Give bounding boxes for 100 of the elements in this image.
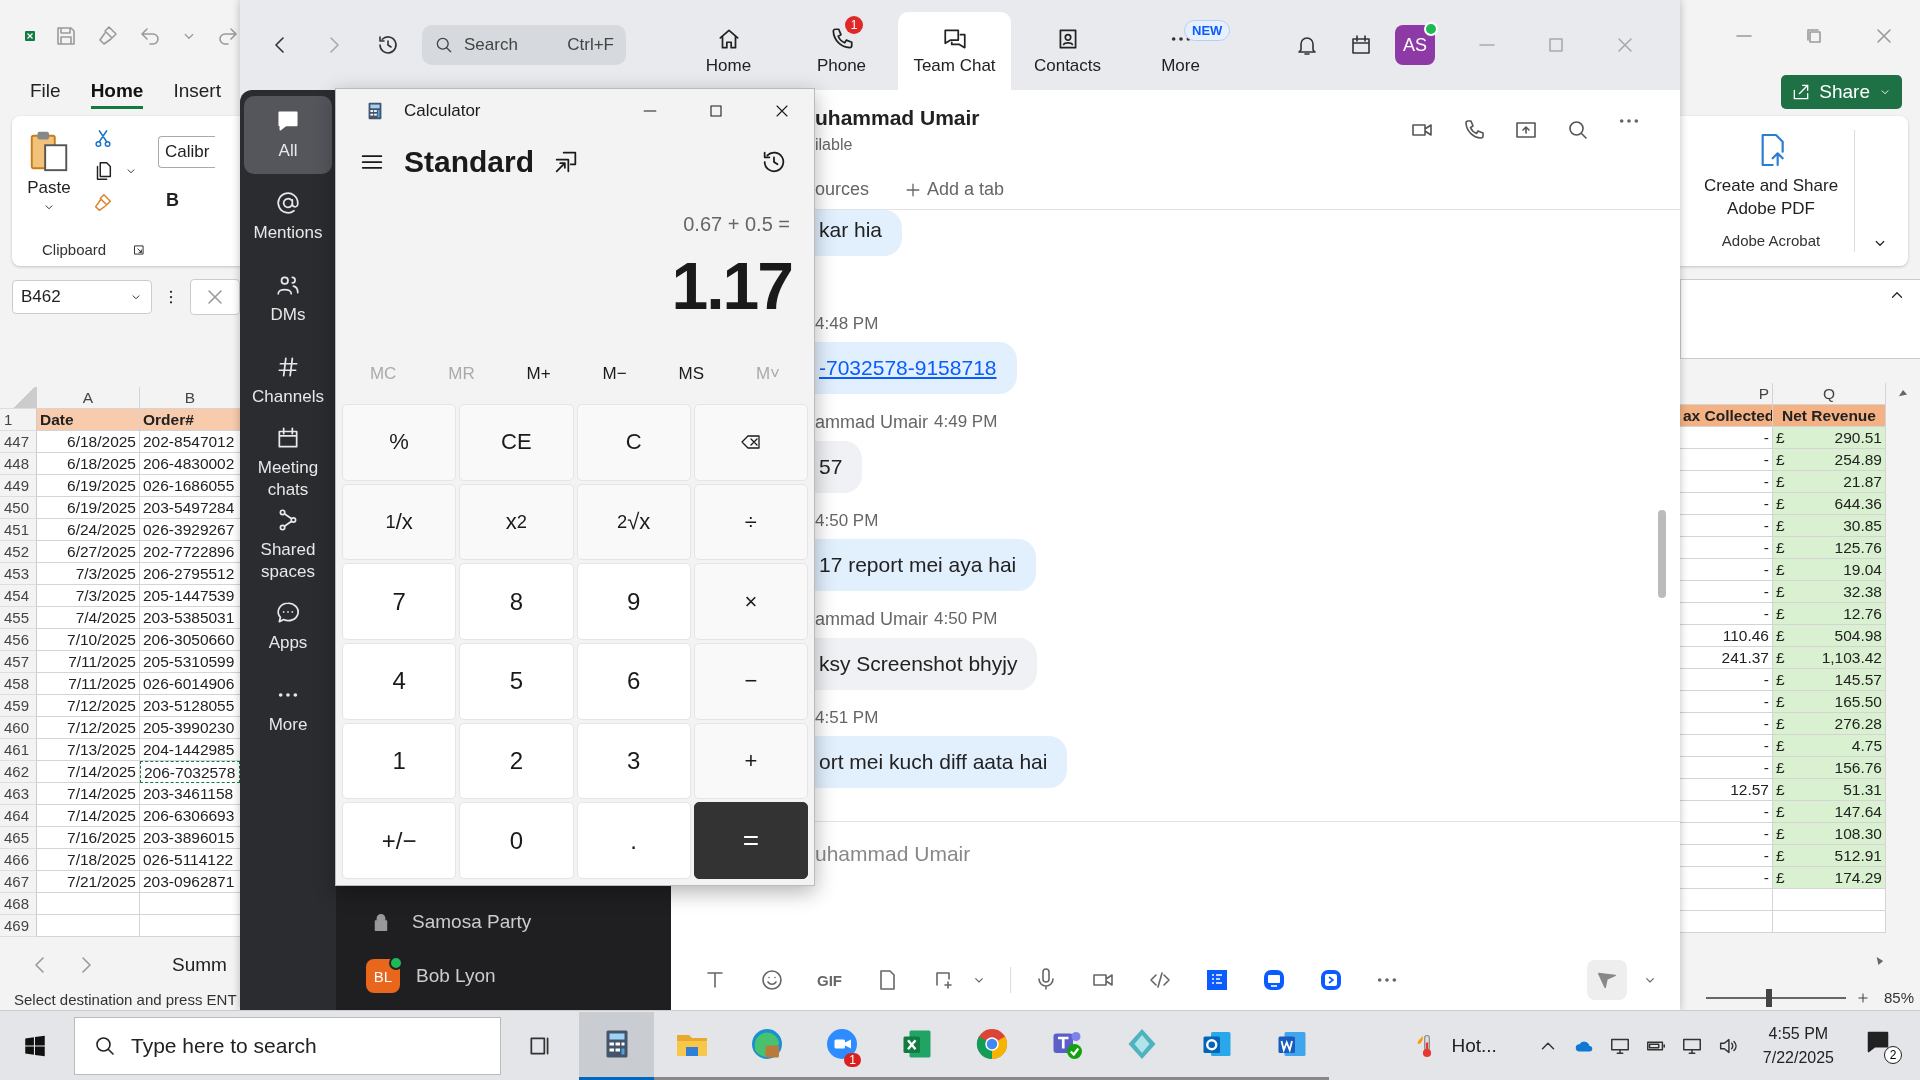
memory-button[interactable]: MS [668, 360, 715, 388]
message-link[interactable]: -7032578-9158718 [819, 356, 997, 379]
row-header[interactable]: 463 [0, 783, 37, 805]
row-header[interactable]: 457 [0, 651, 37, 673]
calculator-key[interactable]: ÷ [693, 483, 808, 561]
sidebar-item[interactable]: DMs [244, 260, 332, 338]
calculator-key[interactable]: CE [459, 404, 574, 481]
calculator-key[interactable]: 3 [576, 722, 691, 800]
row-header[interactable]: 461 [0, 739, 37, 761]
row-header[interactable]: 448 [0, 453, 37, 475]
row-header[interactable]: 454 [0, 585, 37, 607]
nav-tab[interactable]: NEW More [1124, 12, 1237, 90]
scissors-icon[interactable] [92, 128, 114, 150]
sidebar-item[interactable]: Apps [244, 588, 332, 666]
row-header[interactable]: 455 [0, 607, 37, 629]
row-header[interactable]: 464 [0, 805, 37, 827]
user-avatar[interactable]: AS [1395, 25, 1435, 65]
calculator-key[interactable]: . [576, 802, 691, 879]
calculator-key[interactable]: − [693, 643, 808, 720]
row-header[interactable]: 456 [0, 629, 37, 651]
zoom-in-icon[interactable] [1855, 990, 1870, 1005]
bold-button[interactable]: B [158, 190, 216, 211]
row-header[interactable]: 447 [0, 431, 37, 453]
calculator-key[interactable]: 2 [459, 722, 574, 800]
row-header[interactable]: 452 [0, 541, 37, 563]
calculator-key[interactable]: 0 [459, 802, 574, 879]
row-header[interactable]: 450 [0, 497, 37, 519]
column-header[interactable]: Q [1773, 383, 1886, 405]
scrollbar[interactable] [1658, 510, 1666, 598]
more-icon[interactable] [1618, 118, 1640, 124]
share-button[interactable]: Share [1781, 75, 1902, 109]
ribbon-tab[interactable]: Home [90, 75, 144, 109]
font-name-field[interactable]: Calibr [158, 136, 216, 168]
column-header[interactable]: B [140, 387, 240, 409]
notifications-button[interactable]: 2 [1864, 1027, 1902, 1064]
calculator-key[interactable]: C [576, 404, 691, 481]
brush-icon[interactable] [96, 24, 120, 48]
calculator-key[interactable]: 4 [342, 643, 457, 720]
whiteboard-app-icon[interactable] [1262, 968, 1286, 992]
row-header[interactable]: 453 [0, 563, 37, 585]
calculator-key[interactable]: +/− [342, 802, 457, 879]
calculator-key[interactable]: + [693, 722, 808, 800]
row-header[interactable]: 469 [0, 915, 37, 937]
row-header[interactable]: 466 [0, 849, 37, 871]
row-header[interactable]: 462 [0, 761, 37, 783]
row-header[interactable]: 1 [0, 409, 37, 431]
format-painter-icon[interactable] [92, 192, 114, 214]
row-header[interactable]: 467 [0, 871, 37, 893]
chat-list-item[interactable]: BL Bob Lyon [336, 956, 671, 996]
row-header[interactable]: 460 [0, 717, 37, 739]
taskbar-app[interactable] [579, 1011, 654, 1080]
paste-label[interactable]: Paste [27, 178, 71, 198]
search-icon[interactable] [1566, 118, 1590, 142]
calculator-key[interactable]: × [693, 563, 808, 640]
sidebar-item[interactable]: All [244, 96, 332, 174]
row-header[interactable]: 459 [0, 695, 37, 717]
document-app-icon[interactable] [1205, 968, 1229, 992]
ribbon-tab[interactable]: Insert [173, 75, 221, 109]
memory-button[interactable]: M+ [516, 360, 561, 388]
more-icon[interactable] [1376, 977, 1398, 983]
send-button[interactable] [1587, 960, 1627, 1000]
clips-app-icon[interactable] [1319, 968, 1343, 992]
calculator-key[interactable]: 8 [459, 563, 574, 640]
add-tab-button[interactable]: Add a tab [903, 179, 1005, 200]
calculator-key[interactable]: % [342, 404, 457, 481]
memory-button[interactable]: M− [592, 360, 637, 388]
taskbar-app[interactable]: 1 [804, 1011, 879, 1080]
search-field[interactable]: Search Ctrl+F [422, 25, 626, 65]
phone-icon[interactable] [1462, 118, 1486, 142]
message-input[interactable]: uhammad Umair [815, 842, 1680, 866]
column-header[interactable]: P [1680, 383, 1773, 405]
nav-tab[interactable]: Home [672, 12, 785, 90]
clock[interactable]: 4:55 PM 7/22/2025 [1762, 1024, 1834, 1067]
column-header[interactable]: A [37, 387, 140, 409]
calculator-key[interactable]: 1 [342, 722, 457, 800]
chat-tab[interactable]: ources [815, 179, 870, 200]
nav-tab[interactable]: Contacts [1011, 12, 1124, 90]
sheet-tab[interactable]: Summ [172, 954, 227, 976]
weather-text[interactable]: Hot... [1451, 1034, 1497, 1057]
sidebar-item[interactable]: Mentions [244, 178, 332, 256]
sidebar-item[interactable]: Channels [244, 342, 332, 420]
row-header[interactable]: 468 [0, 893, 37, 915]
chat-list-item[interactable]: Samosa Party [336, 902, 671, 942]
dialog-launcher-icon[interactable] [132, 242, 147, 257]
row-header[interactable]: 458 [0, 673, 37, 695]
emoji-icon[interactable] [760, 968, 784, 992]
calculator-key[interactable]: = [693, 802, 808, 879]
sidebar-item[interactable]: More [244, 670, 332, 748]
calculator-key[interactable]: 5 [459, 643, 574, 720]
row-header[interactable]: 451 [0, 519, 37, 541]
ribbon-tab[interactable]: File [30, 75, 61, 109]
calculator-key[interactable]: 7 [342, 563, 457, 640]
calculator-key[interactable]: 9 [576, 563, 691, 640]
nav-tab[interactable]: Team Chat [898, 12, 1011, 90]
zoom-percent[interactable]: 85% [1883, 989, 1914, 1006]
search-field[interactable]: Type here to search [74, 1016, 501, 1075]
zoom-slider-thumb[interactable] [1765, 988, 1772, 1007]
gif-button[interactable]: GIF [817, 971, 842, 989]
row-header[interactable]: 465 [0, 827, 37, 849]
name-box[interactable]: B462 [12, 280, 152, 314]
